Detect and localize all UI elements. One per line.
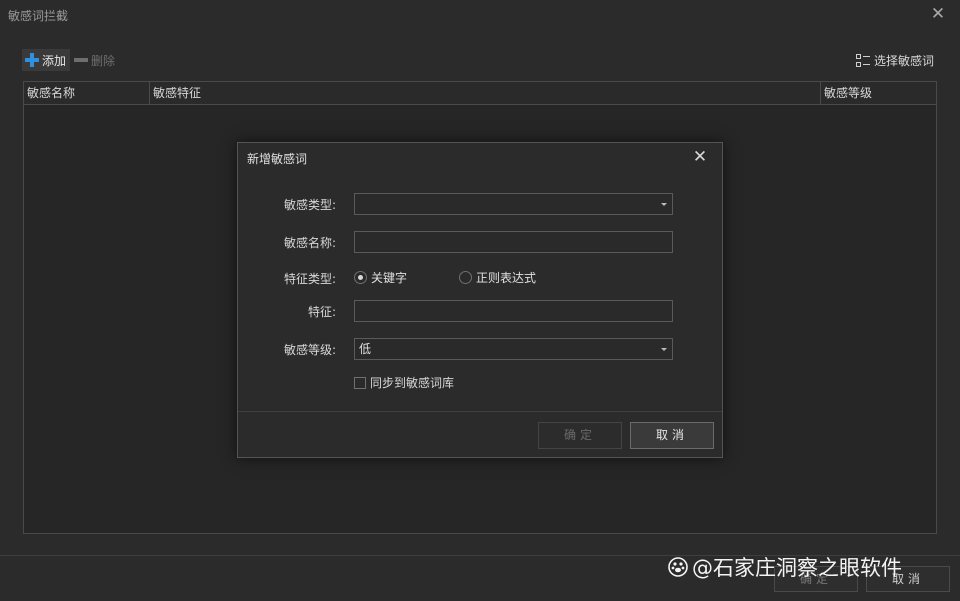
sync-checkbox[interactable]: 同步到敏感词库 [354, 374, 454, 391]
checklist-icon [855, 53, 870, 68]
name-row: 敏感名称: [238, 231, 722, 253]
delete-label: 删除 [91, 53, 116, 68]
name-input[interactable] [354, 231, 673, 253]
feature-row: 特征: [238, 300, 722, 322]
column-header-name[interactable]: 敏感名称 [24, 82, 150, 105]
dialog-close-button[interactable]: ✕ [692, 147, 708, 167]
feature-input[interactable] [354, 300, 673, 322]
paw-logo-icon [668, 557, 688, 577]
level-select[interactable]: 低 [354, 338, 673, 360]
select-words-label: 选择敏感词 [873, 54, 934, 68]
radio-checked-icon [354, 271, 367, 284]
select-sensitive-words-button[interactable]: 选择敏感词 [855, 52, 934, 69]
plus-icon [25, 53, 39, 67]
feature-label: 特征: [307, 305, 336, 319]
add-sensitive-word-dialog: 新增敏感词 ✕ 敏感类型: 敏感名称: 特征类型: 关键字 正则表达式 特征: [237, 142, 723, 458]
radio-keyword-label: 关键字 [371, 271, 408, 285]
watermark: @石家庄洞察之眼软件 [668, 552, 902, 582]
window-close-button[interactable]: ✕ [930, 4, 946, 24]
sync-label: 同步到敏感词库 [370, 376, 455, 390]
type-select[interactable] [354, 193, 673, 215]
toolbar: 添加 删除 [22, 49, 115, 71]
add-button[interactable]: 添加 [22, 49, 71, 71]
chevron-down-icon [661, 348, 667, 351]
add-label: 添加 [42, 53, 67, 68]
level-row: 敏感等级: 低 [238, 338, 722, 360]
table-header: 敏感名称 敏感特征 敏感等级 [24, 82, 936, 105]
chevron-down-icon [661, 203, 667, 206]
radio-unchecked-icon [459, 271, 473, 284]
window-title: 敏感词拦截 [8, 9, 69, 23]
feature-type-radio-group: 关键字 正则表达式 [354, 269, 536, 286]
checkbox-icon [354, 376, 366, 389]
feature-type-label: 特征类型: [283, 272, 336, 286]
type-label: 敏感类型: [283, 198, 336, 212]
dialog-title: 新增敏感词 [247, 152, 308, 166]
radio-regex-label: 正则表达式 [476, 271, 537, 285]
watermark-text: @石家庄洞察之眼软件 [692, 556, 902, 580]
dialog-cancel-button[interactable]: 取消 [630, 422, 714, 449]
dialog-footer-divider [238, 411, 722, 412]
level-value: 低 [359, 342, 372, 356]
radio-regex[interactable]: 正则表达式 [459, 269, 536, 286]
delete-button[interactable]: 删除 [74, 49, 115, 71]
feature-type-row: 特征类型: 关键字 正则表达式 [238, 267, 722, 289]
level-label: 敏感等级: [283, 343, 336, 357]
name-label: 敏感名称: [283, 236, 336, 250]
column-header-level[interactable]: 敏感等级 [821, 82, 936, 105]
column-header-feature[interactable]: 敏感特征 [150, 82, 821, 105]
minus-icon [74, 58, 89, 62]
dialog-confirm-button[interactable]: 确定 [538, 422, 622, 449]
radio-keyword[interactable]: 关键字 [354, 269, 407, 286]
type-row: 敏感类型: [238, 193, 722, 215]
